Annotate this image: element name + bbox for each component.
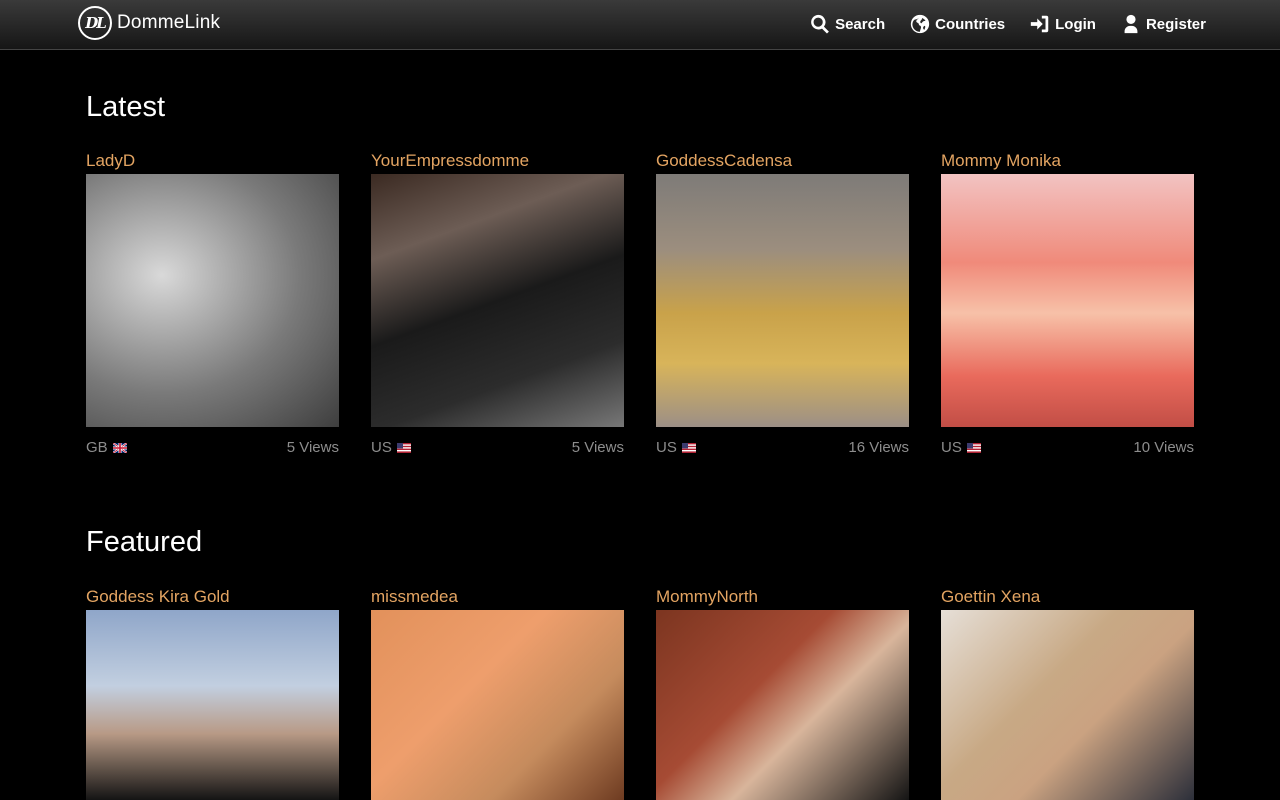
profile-photo[interactable] xyxy=(86,610,339,800)
profile-photo[interactable] xyxy=(656,610,909,800)
profile-photo[interactable] xyxy=(941,610,1194,800)
country-code: GB xyxy=(86,439,108,456)
login-icon xyxy=(1030,15,1049,33)
brand-name: DommeLink xyxy=(117,12,221,33)
main-nav: Search Countries Login Register xyxy=(785,0,1206,48)
top-navbar: DL DommeLink Search Countries Login Regi… xyxy=(0,0,1280,50)
profile-views: 16 Views xyxy=(848,439,909,456)
user-icon xyxy=(1124,14,1138,34)
nav-search-label: Search xyxy=(835,15,886,33)
profile-photo[interactable] xyxy=(941,174,1194,427)
profile-country: US xyxy=(371,439,411,456)
profile-views: 5 Views xyxy=(286,439,339,456)
profile-card: Goddess Kira Gold xyxy=(86,586,339,800)
profile-name-link[interactable]: Goddess Kira Gold xyxy=(86,586,339,610)
profile-name-link[interactable]: Mommy Monika xyxy=(941,150,1194,174)
nav-countries[interactable]: Countries xyxy=(909,13,1005,35)
profile-name-link[interactable]: Goettin Xena xyxy=(941,586,1194,610)
nav-login[interactable]: Login xyxy=(1029,13,1096,35)
profile-card: YourEmpressdomme US 5 Views xyxy=(371,150,624,456)
profile-country: US xyxy=(941,439,981,456)
profile-card: Mommy Monika US 10 Views xyxy=(941,150,1194,456)
profile-name-link[interactable]: GoddessCadensa xyxy=(656,150,909,174)
featured-cards: Goddess Kira Gold missmedea MommyNorth G… xyxy=(86,586,1194,800)
country-code: US xyxy=(941,439,962,456)
us-flag-icon xyxy=(681,442,696,453)
profile-name-link[interactable]: MommyNorth xyxy=(656,586,909,610)
featured-section-title: Featured xyxy=(86,526,203,558)
nav-register-label: Register xyxy=(1145,15,1206,33)
profile-views: 10 Views xyxy=(1133,439,1194,456)
latest-section-title: Latest xyxy=(86,91,165,123)
search-icon xyxy=(811,14,829,34)
profile-name-link[interactable]: missmedea xyxy=(371,586,624,610)
profile-card: LadyD GB 5 Views xyxy=(86,150,339,456)
profile-country: GB xyxy=(86,439,127,456)
brand-link[interactable]: DL DommeLink xyxy=(78,4,220,42)
profile-photo[interactable] xyxy=(371,610,624,800)
profile-card: missmedea xyxy=(371,586,624,800)
profile-name-link[interactable]: YourEmpressdomme xyxy=(371,150,624,174)
us-flag-icon xyxy=(966,442,981,453)
profile-views: 5 Views xyxy=(571,439,624,456)
profile-card: Goettin Xena xyxy=(941,586,1194,800)
globe-icon xyxy=(910,14,930,34)
profile-country: US xyxy=(656,439,696,456)
gb-flag-icon xyxy=(112,442,127,453)
country-code: US xyxy=(371,439,392,456)
nav-search[interactable]: Search xyxy=(809,13,885,35)
nav-login-label: Login xyxy=(1055,15,1096,33)
nav-register[interactable]: Register xyxy=(1120,13,1206,35)
latest-cards: LadyD GB 5 Views YourEmpressdomme US 5 V… xyxy=(86,150,1194,456)
profile-card: GoddessCadensa US 16 Views xyxy=(656,150,909,456)
profile-name-link[interactable]: LadyD xyxy=(86,150,339,174)
profile-card: MommyNorth xyxy=(656,586,909,800)
us-flag-icon xyxy=(396,442,411,453)
profile-photo[interactable] xyxy=(371,174,624,427)
profile-photo[interactable] xyxy=(86,174,339,427)
country-code: US xyxy=(656,439,677,456)
logo-icon: DL xyxy=(78,6,112,40)
profile-photo[interactable] xyxy=(656,174,909,427)
nav-countries-label: Countries xyxy=(935,15,1006,33)
